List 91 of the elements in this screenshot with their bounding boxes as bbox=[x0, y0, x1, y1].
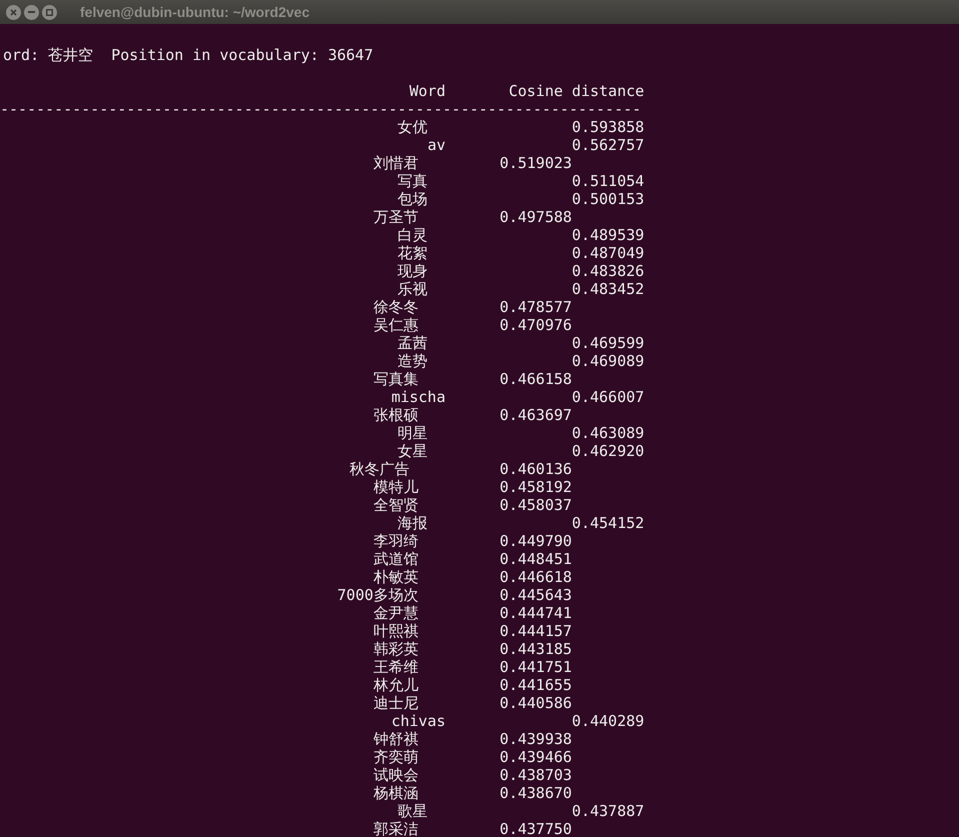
distance-text: 0.458037 bbox=[500, 496, 572, 514]
maximize-icon bbox=[46, 8, 53, 16]
distance-text: 0.487049 bbox=[572, 244, 644, 262]
column-header: Word bbox=[409, 82, 446, 100]
word-text: 女优 bbox=[397, 118, 428, 136]
word-text: 徐冬冬 bbox=[373, 298, 418, 316]
word-text: 白灵 bbox=[397, 226, 428, 244]
distance-text: 0.441655 bbox=[500, 676, 572, 694]
distance-text: 0.497588 bbox=[500, 208, 572, 226]
distance-text: 0.440586 bbox=[500, 694, 572, 712]
word-text: av bbox=[427, 136, 446, 154]
word-text: 造势 bbox=[397, 352, 428, 370]
distance-text: 0.458192 bbox=[500, 478, 572, 496]
distance-text: 0.437750 bbox=[500, 820, 572, 837]
word-text: 海报 bbox=[397, 514, 428, 532]
word-text: 刘惜君 bbox=[373, 154, 418, 172]
minimize-button[interactable] bbox=[24, 4, 39, 20]
word-text: 金尹慧 bbox=[373, 604, 418, 622]
distance-text: 0.466158 bbox=[500, 370, 572, 388]
distance-text: 0.470976 bbox=[500, 316, 572, 334]
window-title: felven@dubin-ubuntu: ~/word2vec bbox=[80, 2, 310, 22]
distance-text: 0.445643 bbox=[500, 586, 572, 604]
close-button[interactable] bbox=[6, 4, 21, 20]
word-text: 秋冬广告 bbox=[349, 460, 410, 478]
distance-text: 0.454152 bbox=[572, 514, 644, 532]
distance-text: 0.446618 bbox=[500, 568, 572, 586]
word-text: 全智贤 bbox=[373, 496, 418, 514]
distance-text: 0.460136 bbox=[500, 460, 572, 478]
word-text: 林允儿 bbox=[373, 676, 418, 694]
word-text: mischa bbox=[391, 388, 446, 406]
word-text: 女星 bbox=[397, 442, 428, 460]
word-text: 杨棋涵 bbox=[373, 784, 418, 802]
word-text: 现身 bbox=[397, 262, 428, 280]
distance-text: 0.500153 bbox=[572, 190, 644, 208]
word-text: 钟舒祺 bbox=[373, 730, 418, 748]
word-text: 孟茜 bbox=[397, 334, 428, 352]
distance-text: 0.489539 bbox=[572, 226, 644, 244]
distance-text: 0.443185 bbox=[500, 640, 572, 658]
distance-text: 0.449790 bbox=[500, 532, 572, 550]
distance-text: 0.511054 bbox=[572, 172, 644, 190]
distance-text: 0.448451 bbox=[500, 550, 572, 568]
word-text: chivas bbox=[391, 712, 446, 730]
column-header: Cosine distance bbox=[508, 82, 644, 100]
word-text: 武道馆 bbox=[373, 550, 418, 568]
word-text: 齐奕萌 bbox=[373, 748, 418, 766]
word-text: 叶熙祺 bbox=[373, 622, 418, 640]
distance-text: 0.593858 bbox=[572, 118, 644, 136]
distance-text: 0.466007 bbox=[572, 388, 644, 406]
word-text: 迪士尼 bbox=[373, 694, 418, 712]
word-text: 李羽绮 bbox=[373, 532, 418, 550]
word-text: 花絮 bbox=[397, 244, 428, 262]
word-text: 模特儿 bbox=[373, 478, 418, 496]
distance-text: 0.438703 bbox=[500, 766, 572, 784]
word-text: 写真集 bbox=[373, 370, 418, 388]
distance-text: 0.463697 bbox=[500, 406, 572, 424]
maximize-button[interactable] bbox=[42, 4, 57, 20]
word-text: 明星 bbox=[397, 424, 428, 442]
minimize-icon bbox=[28, 11, 35, 13]
distance-text: 0.462920 bbox=[572, 442, 644, 460]
distance-text: 0.439466 bbox=[500, 748, 572, 766]
word-text: 万圣节 bbox=[373, 208, 418, 226]
distance-text: 0.483826 bbox=[572, 262, 644, 280]
word-text: 郭采洁 bbox=[373, 820, 418, 837]
query-line: ord: 苍井空 Position in vocabulary: 36647 bbox=[3, 46, 374, 64]
distance-text: 0.562757 bbox=[572, 136, 644, 154]
distance-text: 0.439938 bbox=[500, 730, 572, 748]
distance-text: 0.483452 bbox=[572, 280, 644, 298]
word-text: 韩彩英 bbox=[373, 640, 418, 658]
word-text: 歌星 bbox=[397, 802, 428, 820]
distance-text: 0.438670 bbox=[500, 784, 572, 802]
word-text: 吴仁惠 bbox=[373, 316, 418, 334]
word-text: 乐视 bbox=[397, 280, 428, 298]
word-text: 王希维 bbox=[373, 658, 418, 676]
word-text: 张根硕 bbox=[373, 406, 418, 424]
word-text: 写真 bbox=[397, 172, 428, 190]
close-icon bbox=[10, 8, 17, 16]
word-text: 包场 bbox=[397, 190, 428, 208]
distance-text: 0.463089 bbox=[572, 424, 644, 442]
word-text: 试映会 bbox=[373, 766, 418, 784]
distance-text: 0.478577 bbox=[500, 298, 572, 316]
distance-text: 0.440289 bbox=[572, 712, 644, 730]
distance-text: 0.444157 bbox=[500, 622, 572, 640]
separator-line: ----------------------------------------------------------------------- bbox=[0, 100, 642, 118]
distance-text: 0.444741 bbox=[500, 604, 572, 622]
distance-text: 0.469599 bbox=[572, 334, 644, 352]
distance-text: 0.469089 bbox=[572, 352, 644, 370]
distance-text: 0.437887 bbox=[572, 802, 644, 820]
word-text: 朴敏英 bbox=[373, 568, 418, 586]
distance-text: 0.519023 bbox=[500, 154, 572, 172]
word-text: 7000多场次 bbox=[337, 586, 418, 604]
distance-text: 0.441751 bbox=[500, 658, 572, 676]
